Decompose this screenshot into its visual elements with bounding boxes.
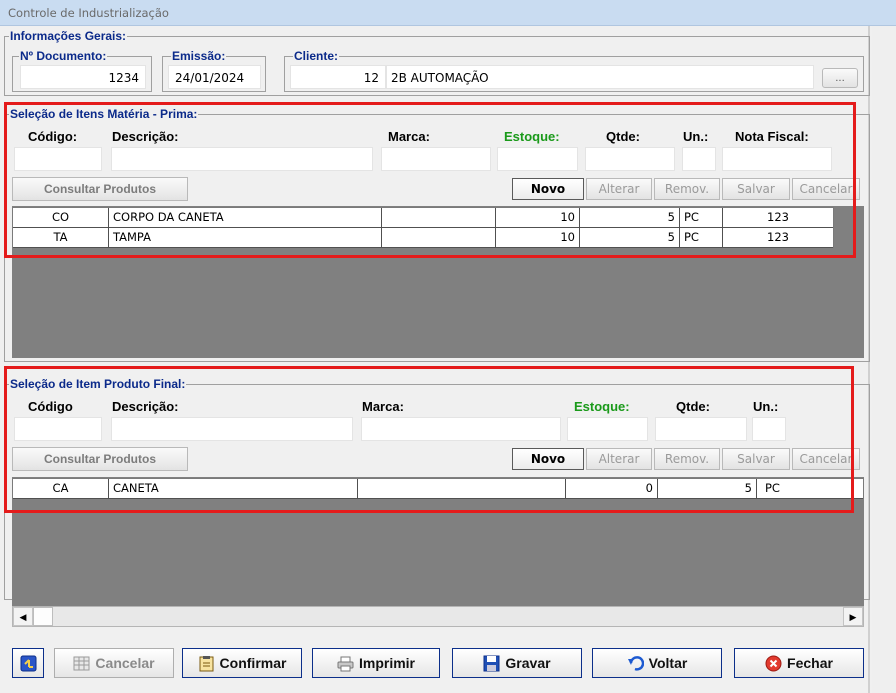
grid-cancel-icon <box>73 655 90 672</box>
scroll-right-icon[interactable]: ▶ <box>843 607 863 626</box>
emissao-label: Emissão: <box>171 49 227 63</box>
confirmar-label: Confirmar <box>219 655 287 671</box>
documento-field[interactable]: 1234 <box>20 65 146 89</box>
undo-arrow-icon <box>627 655 644 672</box>
confirmar-button[interactable]: Confirmar <box>182 648 302 678</box>
emissao-field[interactable]: 24/01/2024 <box>168 65 261 89</box>
gravar-button[interactable]: Gravar <box>452 648 582 678</box>
fechar-label: Fechar <box>787 655 833 671</box>
clipboard-icon <box>198 655 215 672</box>
cancelar-button[interactable]: Cancelar <box>54 648 174 678</box>
cliente-name-field[interactable]: 2B AUTOMAÇÃO <box>386 65 814 89</box>
close-circle-icon <box>765 655 782 672</box>
import-arrow-icon <box>20 655 37 672</box>
window-titlebar: Controle de Industrialização <box>0 0 896 26</box>
cliente-code-field[interactable]: 12 <box>290 65 386 89</box>
printer-icon <box>337 655 354 672</box>
info-legend: Informações Gerais: <box>9 29 128 43</box>
cancelar-label: Cancelar <box>95 655 155 671</box>
cliente-label: Cliente: <box>293 49 340 63</box>
fechar-button[interactable]: Fechar <box>734 648 864 678</box>
highlight-box-materia <box>4 102 856 258</box>
scroll-thumb[interactable] <box>33 607 53 626</box>
floppy-disk-icon <box>483 655 500 672</box>
highlight-box-produto <box>4 366 854 513</box>
voltar-label: Voltar <box>648 655 688 671</box>
cliente-lookup-button[interactable]: ... <box>822 68 858 88</box>
documento-label: Nº Documento: <box>19 49 108 63</box>
scroll-left-icon[interactable]: ◀ <box>13 607 33 626</box>
right-strip <box>872 26 896 693</box>
imprimir-label: Imprimir <box>358 655 415 671</box>
imprimir-button[interactable]: Imprimir <box>312 648 440 678</box>
gravar-label: Gravar <box>505 655 551 671</box>
horizontal-scrollbar[interactable]: ◀ ▶ <box>12 606 864 627</box>
window-title: Controle de Industrialização <box>8 6 169 20</box>
import-button[interactable] <box>12 648 44 678</box>
voltar-button[interactable]: Voltar <box>592 648 722 678</box>
